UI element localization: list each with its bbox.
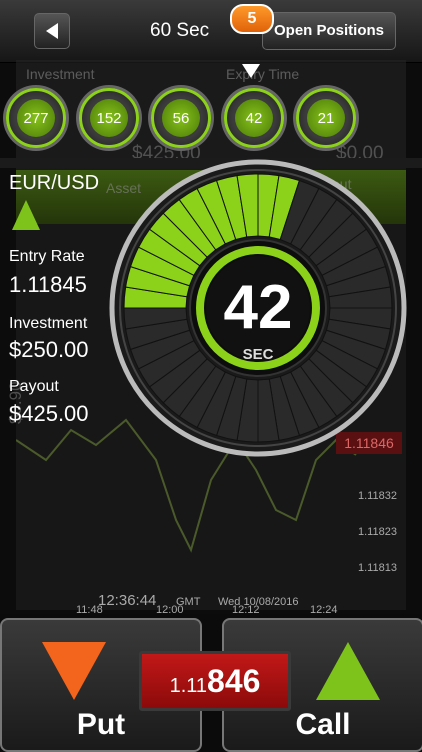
back-arrow-icon (46, 23, 58, 39)
expiry-chip-value: 277 (17, 99, 55, 137)
call-label: Call (295, 708, 351, 741)
countdown-value: 42 (224, 273, 293, 342)
live-rate-display: 1.11 846 (139, 651, 291, 711)
investment-value: $250.00 (9, 337, 89, 362)
call-arrow-icon (316, 642, 380, 700)
expiry-chip[interactable]: 277 (6, 88, 66, 148)
expiry-chip-value: 152 (90, 99, 128, 137)
expiry-pointer-icon (242, 64, 260, 78)
rate-main: 846 (207, 663, 261, 699)
countdown-dial: 42 SEC (109, 159, 407, 457)
put-arrow-icon (42, 642, 106, 700)
expiry-chip[interactable]: 56 (151, 88, 211, 148)
expiry-bg-label: Expiry Time (226, 66, 300, 82)
timer-label: 60 Sec (150, 20, 210, 41)
payout-value: $425.00 (9, 401, 89, 426)
payout-label: Payout (9, 378, 59, 395)
open-positions-button[interactable]: Open Positions (262, 12, 396, 50)
expiry-chip[interactable]: 152 (79, 88, 139, 148)
expiry-chip-value: 21 (307, 99, 345, 137)
time-readout: 12:36:44 (98, 592, 157, 609)
countdown-unit: SEC (243, 346, 274, 363)
expiry-chip-value: 56 (162, 99, 200, 137)
expiry-chip[interactable]: 42 (224, 88, 284, 148)
investment-label: Investment (9, 315, 88, 332)
top-bar: 60 Sec Open Positions 5 (0, 0, 422, 63)
expiry-chip-value: 42 (235, 99, 273, 137)
put-label: Put (76, 708, 126, 741)
expiry-chip[interactable]: 21 (296, 88, 356, 148)
y-tick: 1.11823 (358, 526, 397, 538)
entry-rate-label: Entry Rate (9, 248, 85, 265)
investment-bg-label: Investment (26, 66, 95, 82)
direction-up-icon (12, 200, 40, 230)
asset-pair: EUR/USD (9, 172, 100, 194)
entry-rate-value: 1.11845 (9, 272, 87, 297)
back-button[interactable] (34, 13, 70, 49)
rate-prefix: 1.11 (169, 675, 208, 697)
y-tick: 1.11832 (358, 490, 397, 502)
y-tick: 1.11813 (358, 562, 397, 574)
open-positions-count-badge: 5 (230, 4, 274, 34)
